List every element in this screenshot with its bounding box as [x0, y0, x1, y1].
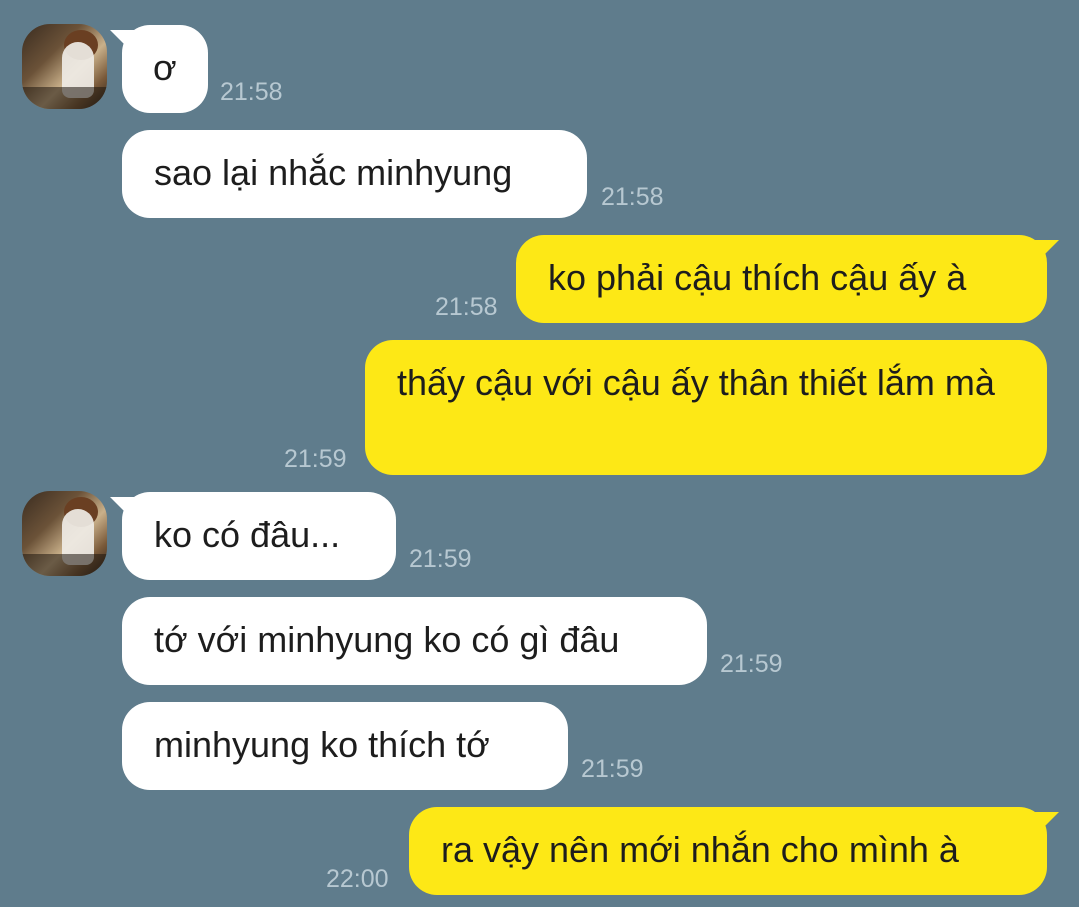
message-bubble-outgoing[interactable]: ra vậy nên mới nhắn cho mình à [409, 807, 1047, 895]
message-timestamp: 22:00 [326, 865, 389, 893]
bubble-tail [1035, 812, 1059, 836]
message-bubble-incoming[interactable]: sao lại nhắc minhyung [122, 130, 587, 218]
message-timestamp: 21:59 [720, 650, 783, 678]
message-timestamp: 21:59 [284, 445, 347, 473]
message-bubble-incoming[interactable]: ơ [122, 25, 208, 113]
message-bubble-outgoing[interactable]: thấy cậu với cậu ấy thân thiết lắm mà [365, 340, 1047, 475]
chat-thread: ơ 21:58 sao lại nhắc minhyung 21:58 21:5… [0, 0, 1079, 907]
avatar[interactable] [22, 491, 107, 576]
message-bubble-incoming[interactable]: minhyung ko thích tớ [122, 702, 568, 790]
message-timestamp: 21:58 [220, 78, 283, 106]
message-timestamp: 21:58 [435, 293, 498, 321]
message-timestamp: 21:59 [581, 755, 644, 783]
avatar[interactable] [22, 24, 107, 109]
bubble-tail [1035, 240, 1059, 264]
message-bubble-incoming[interactable]: ko có đâu... [122, 492, 396, 580]
message-timestamp: 21:59 [409, 545, 472, 573]
message-bubble-incoming[interactable]: tớ với minhyung ko có gì đâu [122, 597, 707, 685]
message-timestamp: 21:58 [601, 183, 664, 211]
message-bubble-outgoing[interactable]: ko phải cậu thích cậu ấy à [516, 235, 1047, 323]
